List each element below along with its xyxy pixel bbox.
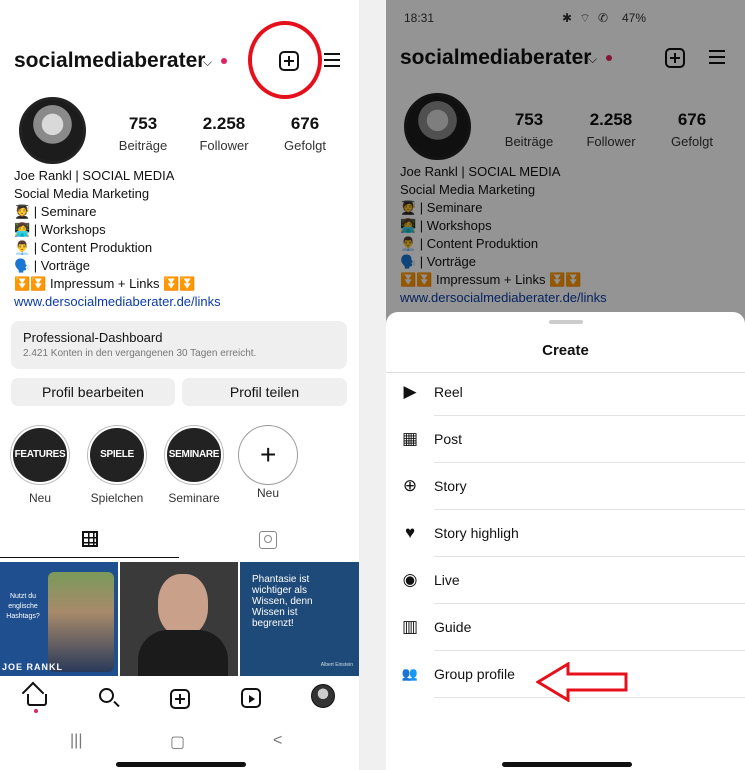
recent-apps-icon[interactable]: ||| <box>70 732 82 750</box>
profile-avatar-icon[interactable] <box>311 684 335 708</box>
photo-portrait <box>158 574 208 636</box>
stat-posts[interactable]: 753 Beiträge <box>98 114 188 153</box>
bio-line: 👩‍💻 | Workshops <box>14 222 106 237</box>
heart-circle-icon: ♥ <box>404 523 416 542</box>
bio-line: Social Media Marketing <box>14 186 150 201</box>
home-indicator <box>502 762 632 767</box>
book-icon: ▥ <box>401 617 419 636</box>
create-option-reel[interactable]: ▶ Reel <box>386 369 745 416</box>
sheet-title: Create <box>542 342 589 359</box>
highlight-spiele[interactable]: SPIELE Spielchen <box>87 426 147 505</box>
create-option-guide[interactable]: ▥ Guide <box>386 604 745 651</box>
notification-dot <box>221 58 227 64</box>
home-indicator <box>116 762 246 767</box>
bottom-navigation <box>0 680 359 716</box>
profile-bio: Joe Rankl | SOCIAL MEDIA Social Media Ma… <box>14 167 221 311</box>
bio-line: Joe Rankl | SOCIAL MEDIA <box>14 168 175 183</box>
stat-followers[interactable]: 2.258 Follower <box>179 114 269 153</box>
bio-line: ⏬⏬ Impressum + Links ⏬⏬ <box>14 276 196 291</box>
photo-people <box>48 572 114 672</box>
highlight-add-new[interactable]: + Neu <box>238 426 298 500</box>
post-thumbnail[interactable]: Nutzt du englische Hashtags? JOE RANKL <box>0 562 118 676</box>
post-thumbnail[interactable]: Phantasie ist wichtiger als Wissen, denn… <box>240 562 359 676</box>
tagged-person-icon <box>259 531 277 549</box>
bio-line: 🗣️ | Vorträge <box>14 258 90 273</box>
grid-icon <box>82 531 98 547</box>
profile-screen: socialmediaberater ⌵ 753 Beiträge 2.258 Fo… <box>0 0 359 770</box>
bio-link[interactable]: www.dersocialmediaberater.de/links <box>14 293 221 311</box>
active-tab-dot <box>34 709 38 713</box>
search-icon[interactable] <box>99 688 114 703</box>
bio-line: 👨‍💼 | Content Produktion <box>14 240 153 255</box>
edit-profile-button[interactable]: Profil bearbeiten <box>11 378 175 406</box>
story-add-icon: ⊕ <box>402 476 418 495</box>
reel-icon: ▶ <box>403 382 417 401</box>
create-option-live[interactable]: ◉ Live <box>386 557 745 604</box>
create-icon[interactable] <box>170 689 190 709</box>
share-profile-button[interactable]: Profil teilen <box>182 378 347 406</box>
chevron-down-icon[interactable]: ⌵ <box>203 55 212 70</box>
tab-posts-grid[interactable] <box>0 520 179 558</box>
grid-icon: ▦ <box>401 429 419 448</box>
dashboard-title: Professional-Dashboard <box>23 330 163 345</box>
profile-username[interactable]: socialmediaberater <box>14 49 205 73</box>
create-option-story-highlight[interactable]: ♥ Story highligh <box>386 510 745 557</box>
group-icon: 👥 <box>401 666 419 681</box>
annotation-arrow-icon <box>536 662 628 702</box>
highlight-seminare[interactable]: SEMINARE Seminare <box>164 426 224 505</box>
system-navigation: ||| ▢ < <box>0 720 359 760</box>
reels-icon[interactable] <box>241 688 261 708</box>
bio-line: 🧑‍🎓 | Seminare <box>14 204 97 219</box>
profile-avatar[interactable] <box>19 97 86 164</box>
plus-icon: + <box>239 426 297 484</box>
dashboard-subtitle: 2.421 Konten in den vergangenen 30 Tagen… <box>23 348 257 359</box>
back-icon[interactable]: < <box>273 732 282 750</box>
create-sheet-screen: 18:31 ✱ ⌔ ✆ 47% socialmediaberater ⌵ 753… <box>386 0 745 770</box>
tab-tagged[interactable] <box>180 520 359 558</box>
stat-following[interactable]: 676 Gefolgt <box>260 114 350 153</box>
post-thumbnail[interactable] <box>120 562 238 676</box>
professional-dashboard[interactable]: Professional-Dashboard 2.421 Konten in d… <box>11 321 347 369</box>
annotation-circle <box>248 21 322 99</box>
create-option-story[interactable]: ⊕ Story <box>386 463 745 510</box>
home-icon[interactable] <box>27 694 47 706</box>
live-icon: ◉ <box>402 570 418 589</box>
highlight-features[interactable]: FEATURES Neu <box>10 426 70 505</box>
menu-icon[interactable] <box>324 53 340 67</box>
drag-handle[interactable] <box>549 320 583 324</box>
create-option-post[interactable]: ▦ Post <box>386 416 745 463</box>
home-button-icon[interactable]: ▢ <box>170 732 185 752</box>
